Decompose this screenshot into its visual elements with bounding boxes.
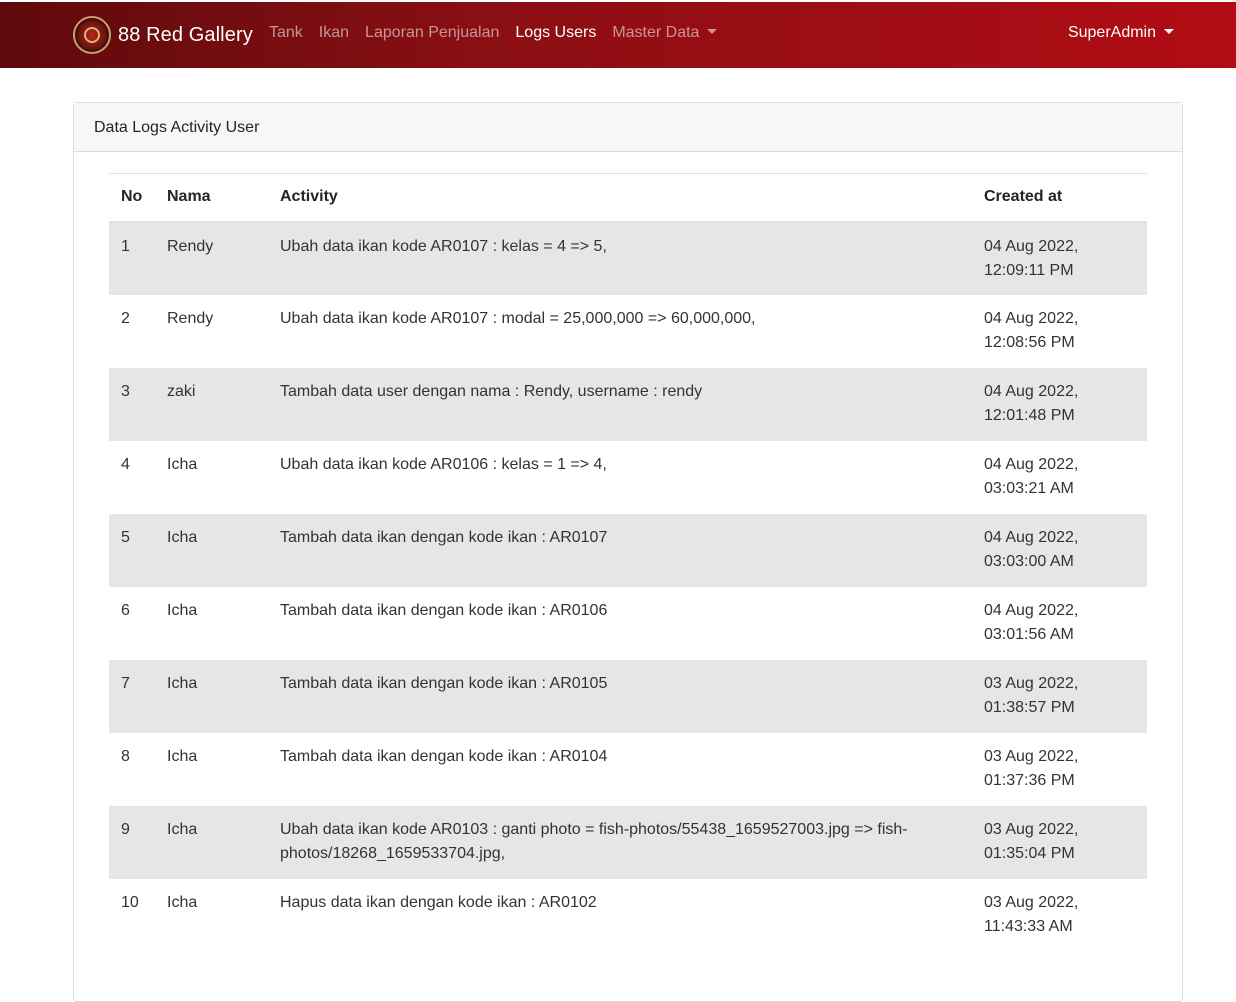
row-nama: Rendy: [167, 237, 214, 255]
card-header: Data Logs Activity User: [74, 103, 1182, 152]
row-date: 04 Aug 2022,: [984, 455, 1079, 473]
caret-down-icon: [1164, 29, 1174, 34]
table-body: 1 Rendy Ubah data ikan kode AR0107 : kelas…: [109, 221, 1147, 952]
row-nama: Icha: [167, 893, 198, 911]
row-date: 04 Aug 2022,: [984, 528, 1079, 546]
logs-card: Data Logs Activity User No Nama Activity…: [73, 102, 1183, 1002]
logs-table: No Nama Activity Created at 1 Rendy Ubah d…: [109, 173, 1147, 952]
row-date: 04 Aug 2022,: [984, 237, 1079, 255]
table-row: 7 Icha Tambah data ikan dengan kode ikan :…: [109, 659, 1147, 733]
row-created-at: 03 Aug 2022, 01:38:57 PM: [972, 660, 1147, 733]
row-activity: Tambah data ikan dengan kode ikan : AR01…: [280, 674, 608, 692]
table-row: 5 Icha Tambah data ikan dengan kode ikan :…: [109, 513, 1147, 587]
column-header-nama[interactable]: Nama: [155, 173, 268, 223]
row-no: 4: [121, 455, 130, 473]
row-no: 2: [121, 309, 130, 327]
row-no: 7: [121, 674, 130, 692]
column-header-activity[interactable]: Activity: [268, 173, 972, 223]
row-date: 04 Aug 2022,: [984, 382, 1079, 400]
row-nama: Icha: [167, 455, 198, 473]
row-nama: zaki: [167, 382, 196, 400]
row-nama: Rendy: [167, 309, 214, 327]
row-no: 1: [121, 237, 130, 255]
row-date: 04 Aug 2022,: [984, 309, 1079, 327]
row-time: 12:09:11 PM: [984, 261, 1074, 279]
table-row: 8 Icha Tambah data ikan dengan kode ikan :…: [109, 733, 1147, 806]
row-activity: Tambah data ikan dengan kode ikan : AR01…: [280, 747, 608, 765]
row-no: 8: [121, 747, 130, 765]
row-date: 03 Aug 2022,: [984, 893, 1079, 911]
user-menu-dropdown[interactable]: SuperAdmin: [1068, 24, 1174, 42]
row-date: 03 Aug 2022,: [984, 747, 1079, 765]
row-created-at: 04 Aug 2022, 03:01:56 AM: [972, 587, 1147, 660]
row-created-at: 03 Aug 2022, 01:35:04 PM: [972, 806, 1147, 879]
row-nama: Icha: [167, 528, 198, 546]
table-row: 9 Icha Ubah data ikan kode AR0103 : ganti …: [109, 805, 1147, 879]
row-date: 03 Aug 2022,: [984, 674, 1079, 692]
nav-dropdown-master-data-label: Master Data: [612, 24, 700, 41]
row-nama: Icha: [167, 601, 198, 619]
row-activity: Ubah data ikan kode AR0103 : ganti photo…: [280, 820, 908, 862]
row-time: 11:43:33 AM: [984, 917, 1073, 935]
nav-links: Tank Ikan Laporan Penjualan Logs Users M…: [269, 24, 733, 42]
nav-link-tank[interactable]: Tank: [269, 24, 303, 42]
row-time: 01:35:04 PM: [984, 844, 1075, 862]
row-activity: Ubah data ikan kode AR0106 : kelas = 1 =…: [280, 455, 607, 473]
row-activity: Ubah data ikan kode AR0107 : kelas = 4 =…: [280, 237, 607, 255]
column-header-no[interactable]: No: [109, 173, 155, 223]
row-no: 3: [121, 382, 130, 400]
nav-dropdown-master-data[interactable]: Master Data: [612, 24, 718, 42]
row-created-at: 04 Aug 2022, 03:03:21 AM: [972, 441, 1147, 514]
row-created-at: 03 Aug 2022, 11:43:33 AM: [972, 879, 1147, 952]
table-row: 10 Icha Hapus data ikan dengan kode ikan :…: [109, 879, 1147, 952]
user-name: SuperAdmin: [1067, 24, 1156, 41]
row-created-at: 04 Aug 2022, 03:03:00 AM: [972, 514, 1147, 587]
row-time: 03:03:21 AM: [984, 479, 1074, 497]
nav-link-ikan[interactable]: Ikan: [319, 24, 349, 42]
table-row: 6 Icha Tambah data ikan dengan kode ikan :…: [109, 587, 1147, 660]
row-time: 12:01:48 PM: [984, 406, 1075, 424]
caret-down-icon: [707, 29, 718, 34]
row-time: 03:01:56 AM: [984, 625, 1074, 643]
row-activity: Hapus data ikan dengan kode ikan : AR010…: [280, 893, 597, 911]
row-no: 5: [121, 528, 130, 546]
row-nama: Icha: [167, 747, 198, 765]
table-header-row: No Nama Activity Created at: [109, 173, 1147, 223]
table-row: 2 Rendy Ubah data ikan kode AR0107 : modal…: [109, 295, 1147, 368]
row-activity: Ubah data ikan kode AR0107 : modal = 25,…: [280, 309, 756, 327]
table-row: 4 Icha Ubah data ikan kode AR0106 : kelas …: [109, 441, 1147, 514]
brand-title: 88 Red Gallery: [118, 23, 253, 46]
nav-link-logs-users[interactable]: Logs Users: [515, 24, 596, 42]
navbar: 88 Red Gallery Tank Ikan Laporan Penjual…: [0, 2, 1236, 68]
row-created-at: 04 Aug 2022, 12:08:56 PM: [972, 295, 1147, 368]
row-time: 01:38:57 PM: [984, 698, 1075, 716]
row-nama: Icha: [167, 820, 198, 838]
row-time: 03:03:00 AM: [984, 552, 1074, 570]
brand-logo-icon: [73, 16, 111, 54]
row-time: 12:08:56 PM: [984, 333, 1075, 351]
row-activity: Tambah data ikan dengan kode ikan : AR01…: [280, 601, 608, 619]
row-created-at: 04 Aug 2022, 12:09:11 PM: [972, 222, 1147, 295]
row-created-at: 03 Aug 2022, 01:37:36 PM: [972, 733, 1147, 806]
row-nama: Icha: [167, 674, 198, 692]
table-row: 1 Rendy Ubah data ikan kode AR0107 : kelas…: [109, 221, 1147, 295]
row-no: 9: [121, 820, 130, 838]
row-no: 10: [121, 893, 139, 911]
row-activity: Tambah data user dengan nama : Rendy, us…: [280, 382, 703, 400]
row-date: 04 Aug 2022,: [984, 601, 1079, 619]
table-row: 3 zaki Tambah data user dengan nama : Rend…: [109, 367, 1147, 441]
row-created-at: 04 Aug 2022, 12:01:48 PM: [972, 368, 1147, 441]
brand[interactable]: 88 Red Gallery: [73, 14, 253, 56]
row-no: 6: [121, 601, 130, 619]
row-activity: Tambah data ikan dengan kode ikan : AR01…: [280, 528, 608, 546]
row-date: 03 Aug 2022,: [984, 820, 1079, 838]
column-header-created-at[interactable]: Created at: [972, 173, 1147, 223]
row-time: 01:37:36 PM: [984, 771, 1075, 789]
nav-link-laporan-penjualan[interactable]: Laporan Penjualan: [365, 24, 499, 42]
